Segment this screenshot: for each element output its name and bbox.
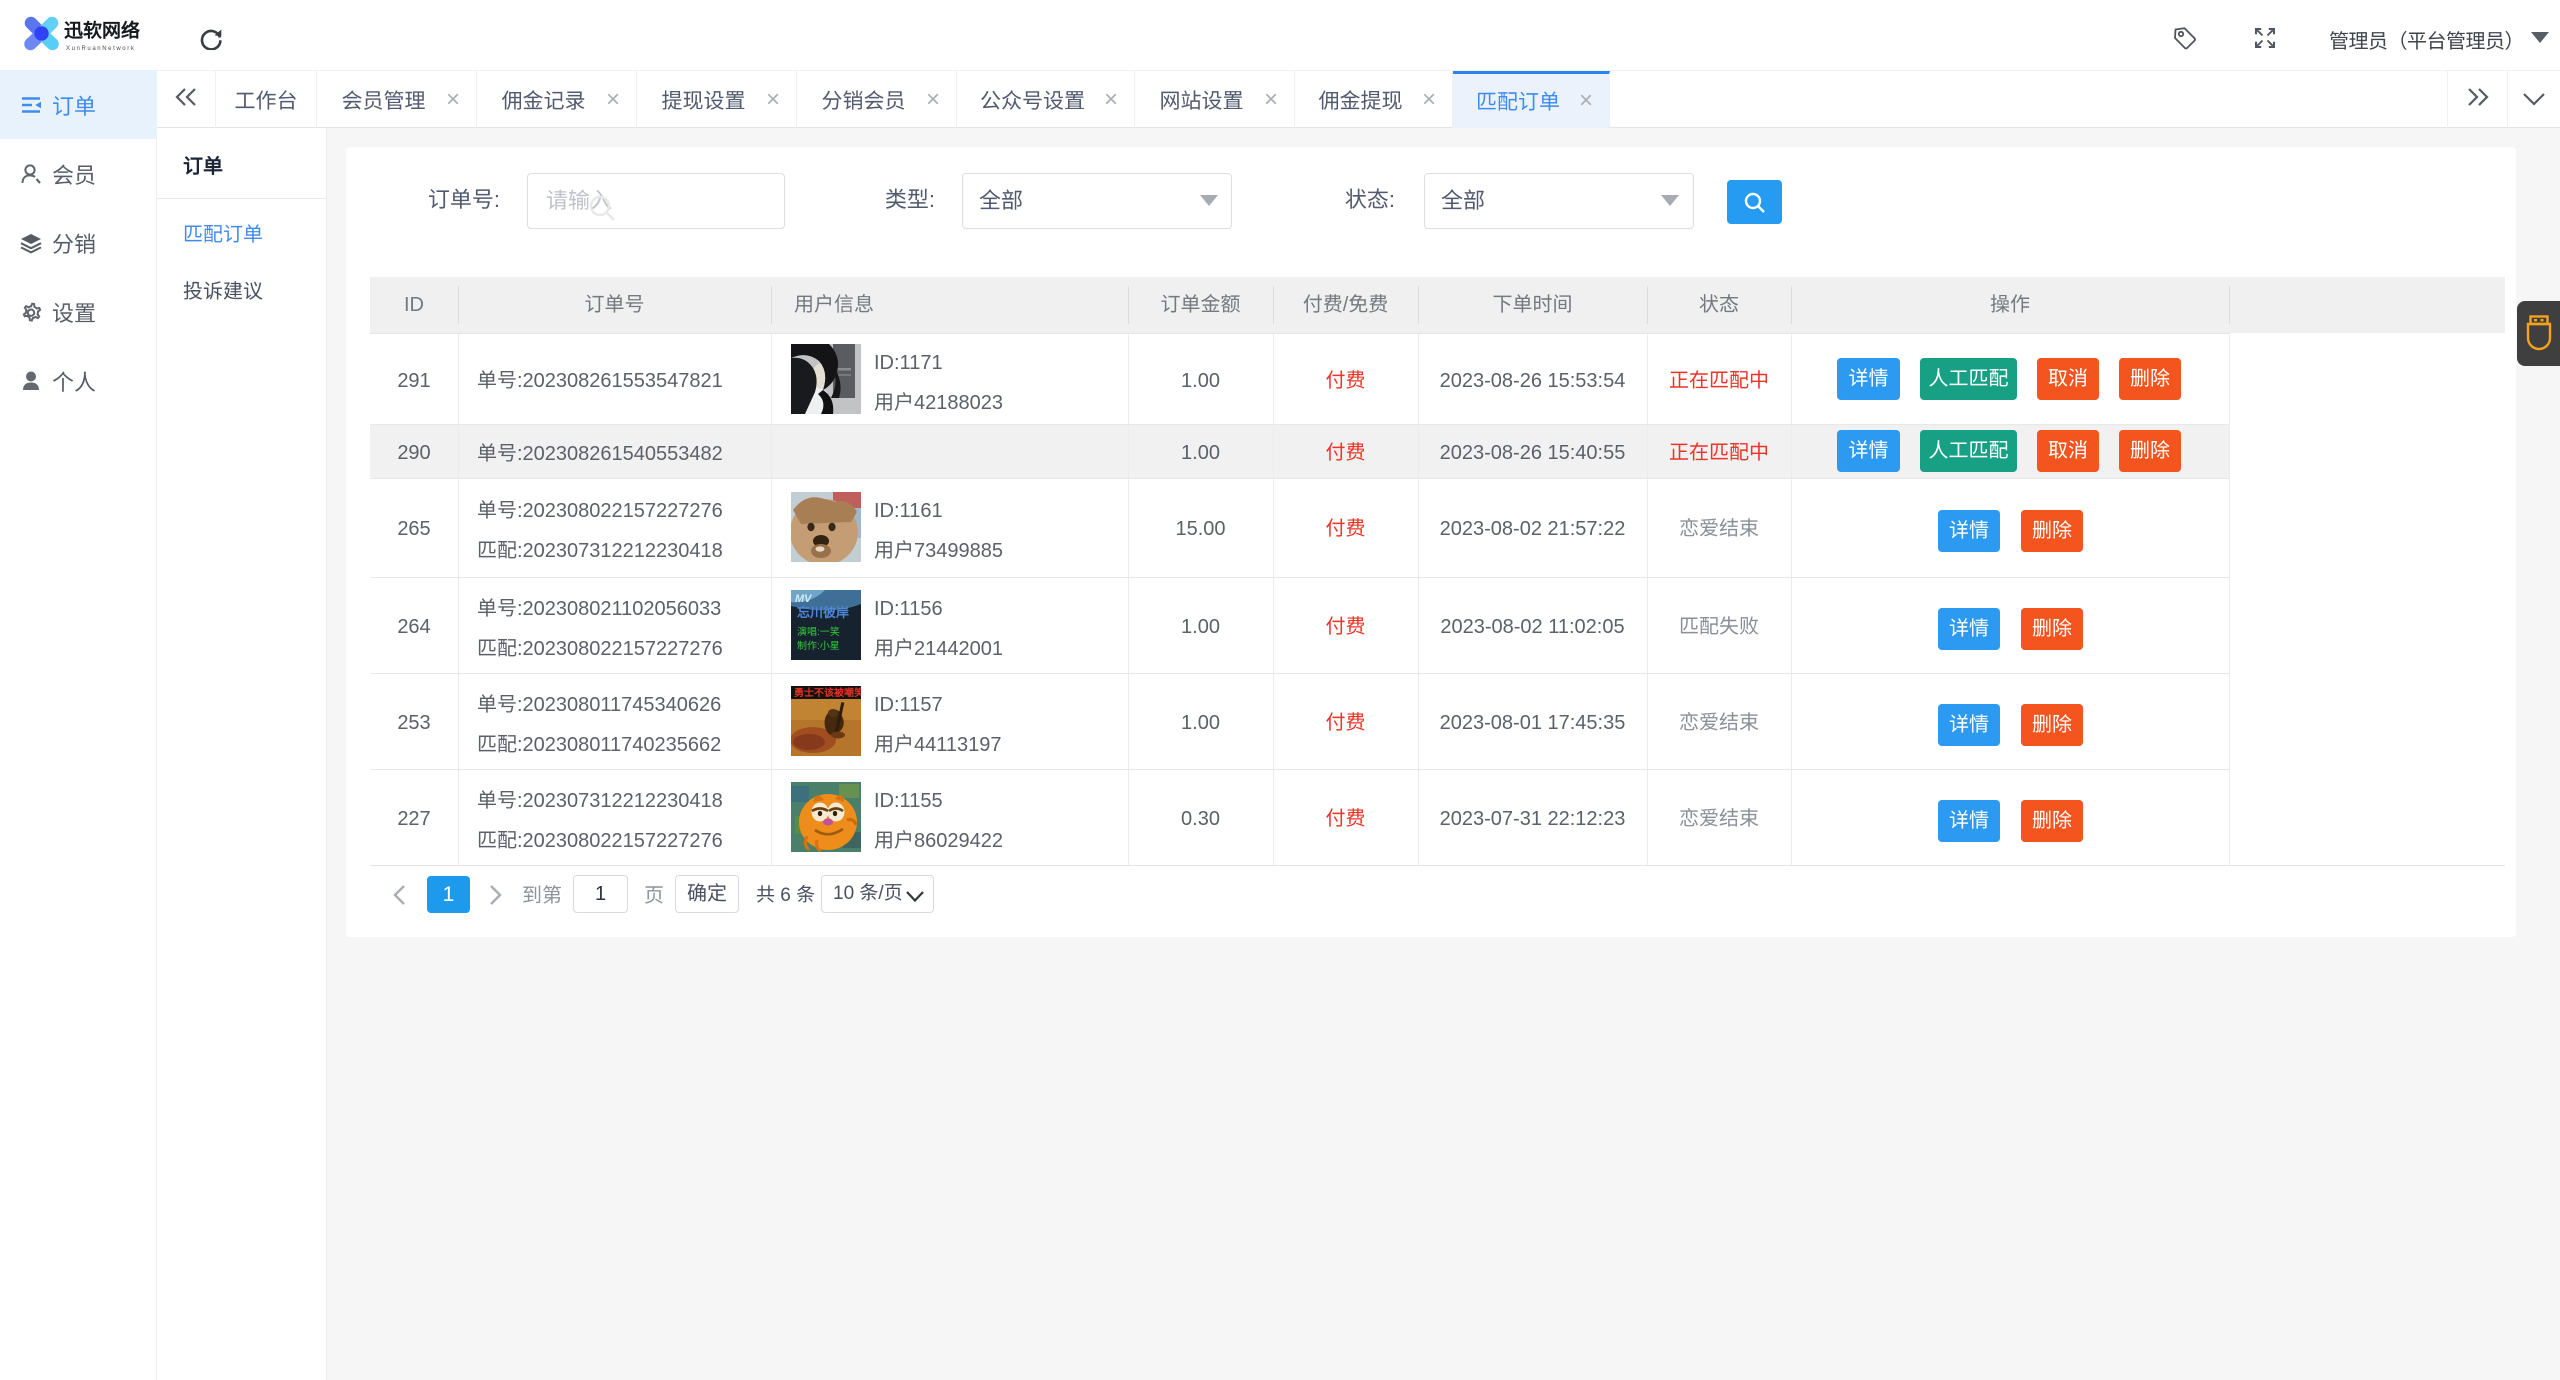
svg-text:勇士不该被嘲笑: 勇士不该被嘲笑 xyxy=(794,687,861,699)
svg-text:忘川彼岸: 忘川彼岸 xyxy=(797,605,849,620)
svg-text:制作:小星: 制作:小星 xyxy=(797,640,840,652)
svg-text:MV: MV xyxy=(795,593,813,605)
svg-text:演唱:一笑: 演唱:一笑 xyxy=(797,626,840,638)
